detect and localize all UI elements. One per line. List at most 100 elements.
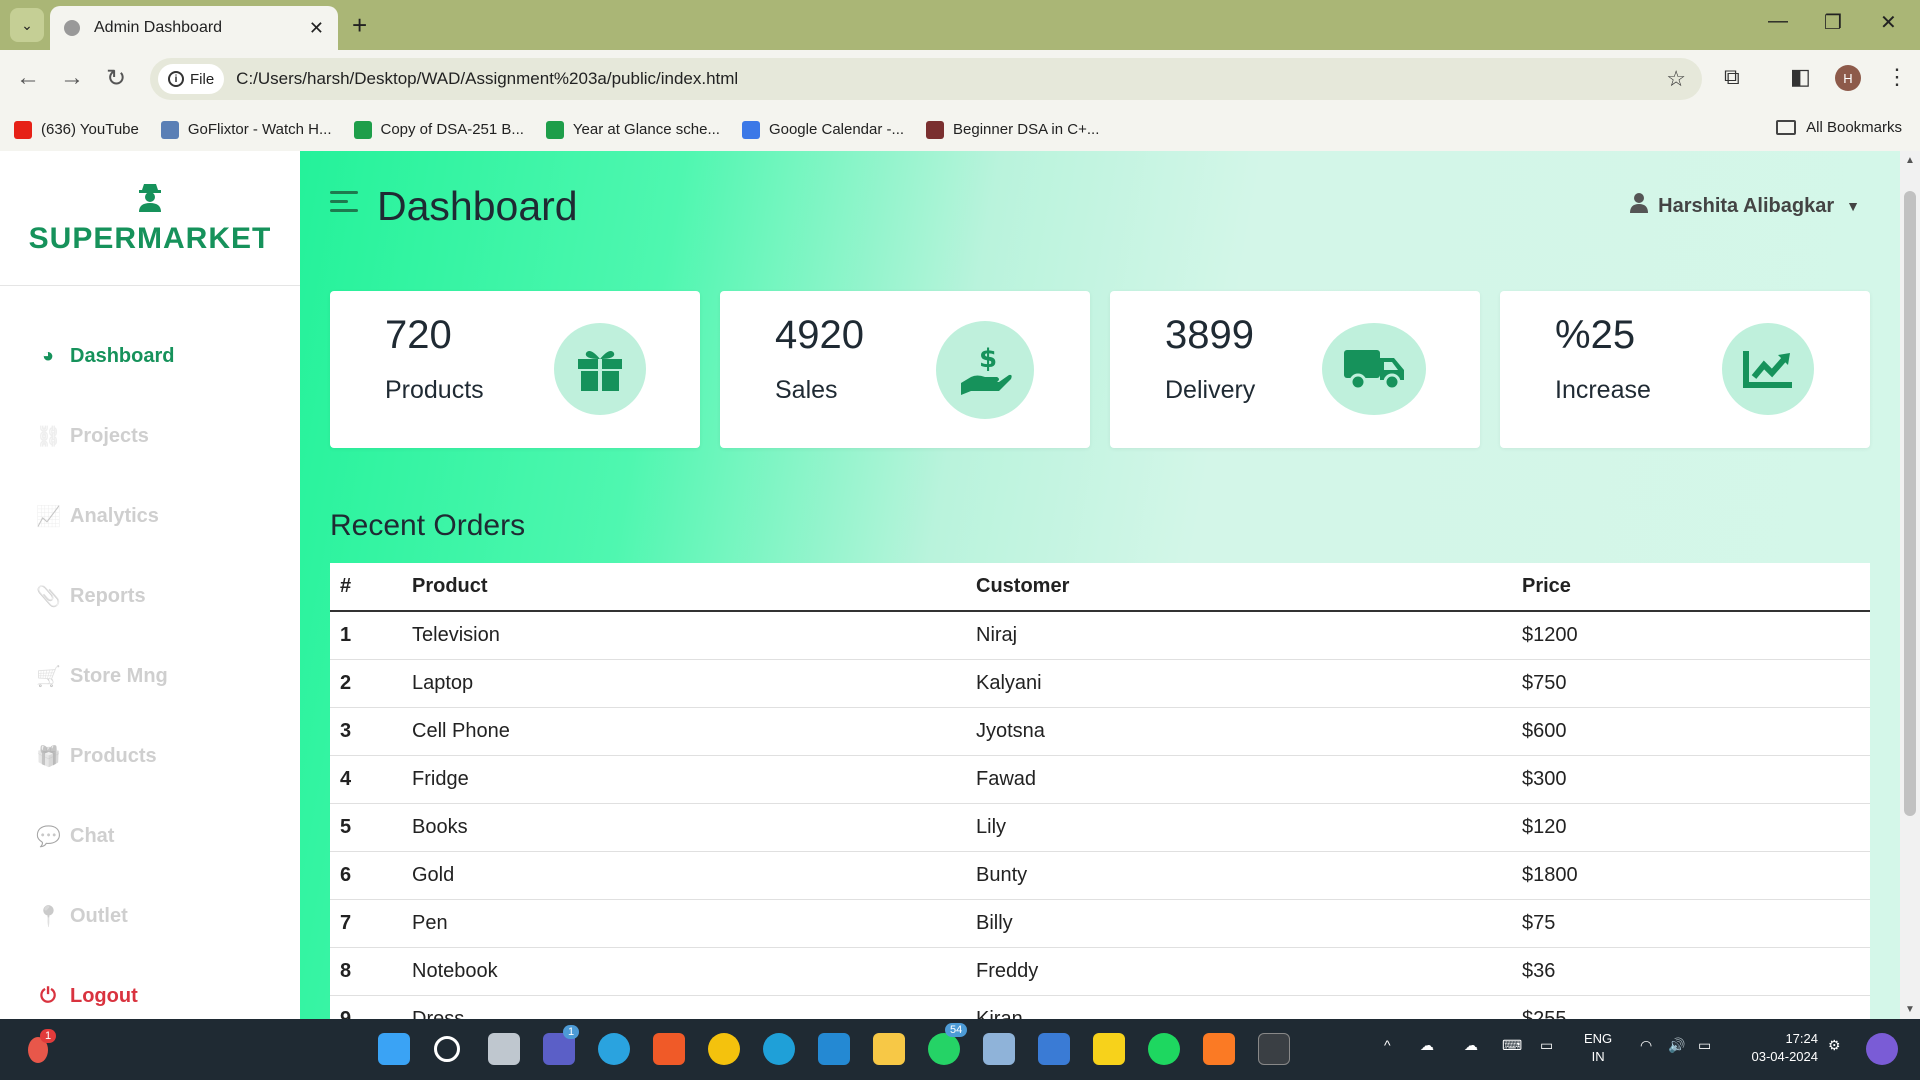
page-title: Dashboard — [377, 183, 578, 229]
bookmark-star-icon[interactable]: ☆ — [1666, 66, 1686, 92]
stat-card-delivery: 3899 Delivery — [1110, 291, 1480, 448]
language-indicator[interactable]: ENG IN — [1584, 1030, 1612, 1066]
bookmark-favicon-icon — [741, 120, 760, 139]
onedrive-icon[interactable]: ☁ — [1420, 1037, 1434, 1054]
tab-admin-dashboard[interactable]: Admin Dashboard ✕ — [50, 6, 338, 50]
reload-button[interactable]: ↻ — [106, 64, 126, 93]
more-menu-icon[interactable]: ⋮ — [1886, 64, 1908, 90]
logout-button[interactable]: ⏻ Logout — [0, 956, 300, 1019]
customer-cell: Niraj — [966, 611, 1512, 660]
page-scrollbar[interactable]: ▲ ▼ — [1900, 151, 1920, 1019]
dollar-hand-icon: $ — [936, 321, 1034, 419]
address-bar[interactable]: i File C:/Users/harsh/Desktop/WAD/Assign… — [150, 58, 1702, 100]
scroll-down-icon[interactable]: ▼ — [1905, 1004, 1915, 1015]
sidebar-item-chat[interactable]: 💬 Chat — [0, 796, 300, 876]
tab-title: Admin Dashboard — [94, 19, 223, 36]
menu-toggle-icon[interactable] — [330, 191, 358, 218]
url-text[interactable]: C:/Users/harsh/Desktop/WAD/Assignment%20… — [236, 69, 738, 89]
table-row: 4 Fridge Fawad $300 — [330, 755, 1870, 804]
spotify-icon[interactable] — [1148, 1033, 1180, 1065]
scroll-up-icon[interactable]: ▲ — [1905, 155, 1915, 166]
clock[interactable]: 17:24 03-04-2024 — [1738, 1030, 1819, 1066]
vscode-icon[interactable] — [818, 1033, 850, 1065]
sidebar-item-outlet[interactable]: 📍 Outlet — [0, 876, 300, 956]
sidebar-item-label: Dashboard — [70, 344, 175, 367]
close-tab-icon[interactable]: ✕ — [309, 18, 324, 39]
site-info-chip[interactable]: i File — [158, 64, 225, 94]
file-explorer-icon[interactable] — [873, 1033, 905, 1065]
close-window-button[interactable]: ✕ — [1880, 10, 1897, 35]
main-content: Dashboard Harshita Alibagkar ▼ 720 Produ… — [300, 151, 1900, 1019]
minimize-button[interactable]: — — [1768, 10, 1788, 33]
sidebar-item-analytics[interactable]: 📈 Analytics — [0, 476, 300, 556]
product-cell: Notebook — [402, 947, 966, 996]
tab-search-button[interactable]: ⌄ — [10, 8, 44, 42]
show-hidden-icons[interactable]: ^ — [1384, 1037, 1391, 1053]
product-cell: Pen — [402, 899, 966, 948]
price-cell: $750 — [1512, 659, 1870, 708]
copilot-icon[interactable] — [1866, 1033, 1898, 1065]
todo-icon[interactable] — [1038, 1033, 1070, 1065]
xampp-icon[interactable] — [1203, 1033, 1235, 1065]
telegram-icon[interactable] — [598, 1033, 630, 1065]
product-cell: Fridge — [402, 755, 966, 804]
bookmark-item[interactable]: Beginner DSA in C+... — [926, 120, 1099, 139]
bookmark-item[interactable]: Copy of DSA-251 B... — [353, 120, 524, 139]
cart-icon: 🛒 — [36, 665, 61, 688]
search-icon[interactable] — [434, 1036, 460, 1062]
time: 17:24 — [1785, 1031, 1818, 1046]
table-row: 1 Television Niraj $1200 — [330, 611, 1870, 660]
bookmark-item[interactable]: (636) YouTube — [14, 120, 139, 139]
bookmark-item[interactable]: GoFlixtor - Watch H... — [160, 120, 332, 139]
edge-icon[interactable] — [763, 1033, 795, 1065]
profile-avatar[interactable]: H — [1835, 65, 1861, 91]
extensions-icon[interactable]: ⧉ — [1724, 64, 1740, 90]
chrome-icon[interactable] — [708, 1033, 740, 1065]
bookmark-favicon-icon — [160, 120, 179, 139]
sidebar-item-dashboard[interactable]: ◕ Dashboard — [0, 316, 300, 396]
product-cell: Cell Phone — [402, 707, 966, 756]
sidebar-item-store-mng[interactable]: 🛒 Store Mng — [0, 636, 300, 716]
stat-label: Delivery — [1165, 376, 1256, 404]
brave-icon[interactable] — [653, 1033, 685, 1065]
restore-button[interactable]: ❐ — [1824, 10, 1842, 35]
order-number: 1 — [330, 611, 402, 660]
table-header-row: # Product Customer Price — [330, 563, 1870, 612]
sidebar-item-products[interactable]: 🎁 Products — [0, 716, 300, 796]
settings-gear-icon[interactable]: ⚙ — [1828, 1037, 1841, 1054]
whatsapp-icon[interactable] — [928, 1033, 960, 1065]
sidebar-item-label: Store Mng — [70, 664, 168, 687]
sticky-notes-icon[interactable] — [1093, 1033, 1125, 1065]
terminal-icon[interactable] — [1258, 1033, 1290, 1065]
display-icon[interactable]: ▭ — [1540, 1037, 1553, 1054]
forward-button[interactable]: → — [60, 64, 84, 92]
battery-icon[interactable]: ▭ — [1698, 1037, 1711, 1054]
volume-icon[interactable]: 🔊 — [1668, 1037, 1685, 1054]
product-cell: Television — [402, 611, 966, 660]
cloud-sync-icon[interactable]: ☁ — [1464, 1037, 1478, 1054]
sidebar-item-projects[interactable]: ⛓ Projects — [0, 396, 300, 476]
order-number: 9 — [330, 995, 402, 1019]
brand: SUPERMARKET — [0, 151, 300, 286]
new-tab-button[interactable]: + — [352, 10, 367, 41]
sidebar-item-reports[interactable]: 📎 Reports — [0, 556, 300, 636]
user-menu[interactable]: Harshita Alibagkar ▼ — [1630, 193, 1860, 219]
sidebar-item-label: Outlet — [70, 904, 128, 927]
keyboard-icon[interactable]: ⌨ — [1502, 1037, 1522, 1054]
task-view-icon[interactable] — [488, 1033, 520, 1065]
order-number: 5 — [330, 803, 402, 852]
gauge-icon: ◕ — [41, 344, 55, 367]
wifi-icon[interactable]: ◠ — [1640, 1037, 1652, 1054]
scrollbar-thumb[interactable] — [1904, 191, 1916, 816]
all-bookmarks-button[interactable]: All Bookmarks — [1776, 119, 1902, 136]
stat-value: 720 — [385, 313, 452, 357]
side-panel-icon[interactable]: ◧ — [1790, 64, 1811, 90]
virtualbox-icon[interactable] — [983, 1033, 1015, 1065]
recent-orders-title: Recent Orders — [330, 509, 526, 542]
bookmark-item[interactable]: Google Calendar -... — [741, 120, 904, 139]
lang-line1: ENG — [1584, 1031, 1613, 1046]
bookmark-item[interactable]: Year at Glance sche... — [545, 120, 720, 139]
back-button[interactable]: ← — [16, 64, 40, 92]
start-icon[interactable] — [378, 1033, 410, 1065]
customer-cell: Freddy — [966, 947, 1512, 996]
